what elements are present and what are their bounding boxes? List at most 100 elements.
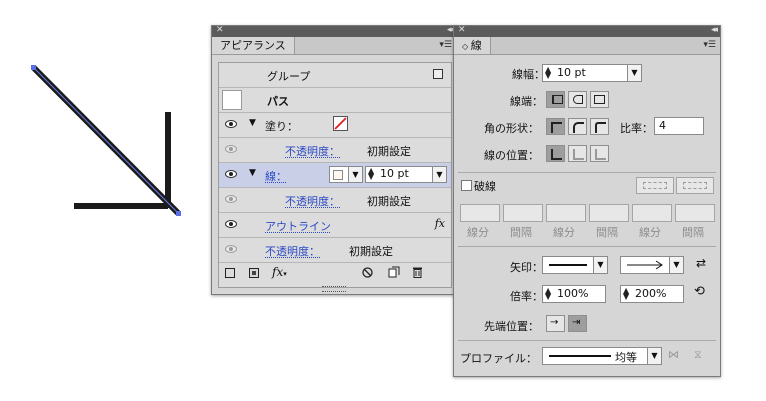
outline-effect-row[interactable]: アウトライン fx — [219, 213, 451, 238]
stepper-icon[interactable]: ▲ ▼ — [545, 287, 551, 301]
tab-appearance[interactable]: アピアランス — [212, 37, 295, 54]
fill-opacity-row[interactable]: 不透明度： 初期設定 — [219, 138, 451, 163]
collapse-icon[interactable]: ◂◂ — [447, 25, 454, 35]
dash-align-corners-button[interactable] — [636, 177, 674, 194]
arrow-align-label: 先端位置： — [484, 320, 539, 333]
end-scale-field[interactable]: ▲ ▼ 200% — [620, 285, 684, 303]
round-join-icon — [573, 122, 584, 133]
fill-label: 塗り： — [265, 120, 298, 133]
dash-corners-icon — [643, 182, 667, 189]
close-icon[interactable]: ✕ — [458, 25, 466, 35]
stroke-weight-field[interactable]: ▲ ▼ 10 pt ▼ — [365, 166, 447, 183]
visibility-eye-icon[interactable] — [225, 244, 237, 254]
scale-label: 倍率： — [510, 290, 543, 303]
round-join-button[interactable] — [568, 118, 587, 135]
dashed-checkbox[interactable] — [461, 180, 472, 191]
tab-expand-icon: ◇ — [462, 42, 471, 51]
visibility-eye-icon[interactable] — [225, 194, 237, 204]
fill-none-swatch-icon[interactable] — [333, 116, 348, 131]
stepper-icon[interactable]: ▲ ▼ — [368, 167, 374, 181]
miter-limit-field[interactable]: 4 — [654, 117, 704, 135]
visibility-eye-icon[interactable] — [225, 119, 237, 129]
link-scale-icon[interactable]: ⟲ — [694, 284, 705, 299]
appearance-panel: ✕ ◂◂ アピアランス ▾☰ グループ パス ▼ 塗り： 不透明度： 初期設定 — [211, 25, 457, 295]
group-row[interactable]: グループ — [219, 63, 451, 88]
resize-grip-icon[interactable] — [322, 286, 346, 292]
stroke-swatch — [333, 170, 343, 180]
arrow-line-icon — [627, 260, 663, 270]
group-opacity-link[interactable]: 不透明度： — [265, 243, 320, 259]
collapse-icon[interactable]: ◂◂ — [711, 25, 718, 35]
start-arrowhead-dropdown[interactable]: ▼ — [542, 256, 608, 274]
panel-menu-icon[interactable]: ▾☰ — [703, 40, 716, 50]
dash-2-field[interactable] — [546, 204, 586, 222]
align-stroke-label: 線の位置： — [484, 149, 539, 162]
projecting-cap-button[interactable] — [590, 91, 609, 108]
stepper-icon[interactable]: ▲ ▼ — [623, 287, 629, 301]
round-cap-button[interactable] — [568, 91, 587, 108]
visibility-eye-icon[interactable] — [225, 219, 237, 229]
disclosure-triangle-icon[interactable]: ▼ — [249, 168, 256, 178]
arrow-extend-button[interactable]: → — [546, 315, 565, 332]
stroke-opacity-value: 初期設定 — [367, 195, 411, 208]
end-arrowhead-dropdown[interactable]: ▼ — [620, 256, 684, 274]
divider — [458, 246, 716, 247]
trash-icon[interactable] — [412, 266, 423, 278]
flip-horizontal-icon[interactable]: ⋈ — [668, 348, 679, 361]
chevron-down-icon: ▼ — [593, 257, 607, 273]
group-opacity-row[interactable]: 不透明度： 初期設定 — [219, 238, 451, 263]
miter-join-button[interactable] — [546, 118, 565, 135]
swap-arrowheads-icon[interactable]: ⇄ — [696, 256, 706, 270]
dash-3-field[interactable] — [632, 204, 672, 222]
path-row[interactable]: パス — [219, 88, 451, 113]
panel-menu-icon[interactable]: ▾☰ — [439, 40, 452, 50]
align-outside-button[interactable] — [590, 145, 609, 162]
gap-3-field[interactable] — [675, 204, 715, 222]
duplicate-item-icon[interactable] — [388, 266, 400, 278]
align-center-button[interactable] — [546, 145, 565, 162]
visibility-eye-icon[interactable] — [225, 169, 237, 179]
projecting-cap-icon — [594, 95, 605, 104]
weight-field[interactable]: ▲ ▼ 10 pt ▼ — [542, 64, 642, 82]
group-label: グループ — [267, 70, 311, 83]
stroke-opacity-row[interactable]: 不透明度： 初期設定 — [219, 188, 451, 213]
profile-dropdown[interactable]: 均等 ▼ — [542, 347, 662, 365]
add-stroke-icon[interactable] — [225, 268, 235, 278]
dash-1-field[interactable] — [460, 204, 500, 222]
chevron-down-icon: ▼ — [432, 167, 446, 182]
stroke-color-dropdown[interactable]: ▼ — [329, 166, 363, 183]
stroke-link[interactable]: 線： — [265, 168, 287, 184]
add-effect-fx-icon[interactable]: fx▾ — [272, 265, 287, 279]
clear-appearance-icon[interactable] — [362, 267, 373, 278]
stroke-row[interactable]: ▼ 線： ▼ ▲ ▼ 10 pt ▼ — [219, 163, 451, 188]
visibility-eye-icon[interactable] — [225, 144, 237, 154]
gap-2-field[interactable] — [589, 204, 629, 222]
dash-preserve-button[interactable] — [676, 177, 714, 194]
bevel-join-button[interactable] — [590, 118, 609, 135]
outline-effect-link[interactable]: アウトライン — [265, 218, 331, 234]
arrow-inside-button[interactable]: ⇥ — [568, 315, 587, 332]
fx-icon[interactable]: fx — [435, 217, 445, 230]
flip-vertical-icon[interactable]: ⧖ — [694, 348, 702, 362]
start-scale-field[interactable]: ▲ ▼ 100% — [542, 285, 606, 303]
start-scale-value: 100% — [557, 287, 589, 300]
group-indicator-icon — [433, 69, 443, 79]
gap-1-field[interactable] — [503, 204, 543, 222]
chevron-down-icon: ▼ — [627, 65, 641, 81]
end-scale-value: 200% — [635, 287, 667, 300]
arrow-extend-icon: → — [550, 317, 559, 328]
butt-cap-button[interactable] — [546, 91, 565, 108]
fill-opacity-link[interactable]: 不透明度： — [285, 143, 340, 159]
close-icon[interactable]: ✕ — [216, 25, 224, 35]
align-inside-button[interactable] — [568, 145, 587, 162]
arrow-inside-icon: ⇥ — [572, 317, 581, 328]
tab-stroke[interactable]: ◇ 線 — [454, 37, 491, 54]
stepper-icon[interactable]: ▲ ▼ — [545, 66, 551, 80]
align-center-icon — [551, 149, 562, 160]
add-fill-icon[interactable] — [249, 268, 259, 278]
stroke-opacity-link[interactable]: 不透明度： — [285, 193, 340, 209]
disclosure-triangle-icon[interactable]: ▼ — [249, 118, 256, 128]
fill-row[interactable]: ▼ 塗り： — [219, 113, 451, 138]
weight-label: 線幅： — [512, 68, 545, 81]
chevron-down-icon: ▼ — [669, 257, 683, 273]
